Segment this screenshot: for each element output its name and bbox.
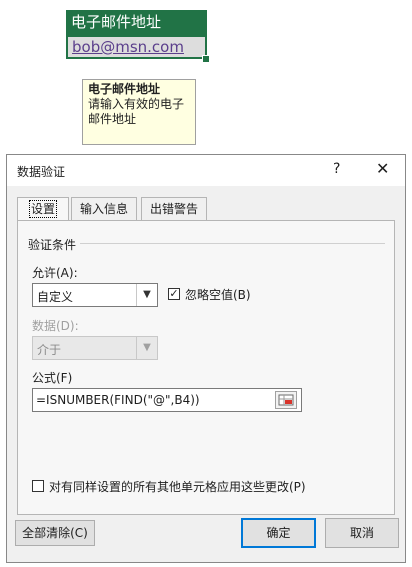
tooltip-title: 电子邮件地址 — [88, 82, 161, 96]
tooltip-message-line1: 请输入有效的电子 — [88, 97, 185, 111]
allow-select[interactable]: 自定义 ▼ — [32, 283, 158, 307]
ignore-blank-label[interactable]: 忽略空值(B) — [185, 286, 251, 303]
tab-input-message-label: 输入信息 — [80, 202, 129, 216]
section-title: 验证条件 — [28, 238, 77, 252]
email-cell[interactable]: bob@msn.com — [66, 35, 207, 59]
fill-handle[interactable] — [202, 55, 210, 63]
ignore-blank-checkbox[interactable]: ✓ — [168, 288, 180, 300]
clear-all-button[interactable]: 全部清除(C) — [15, 520, 95, 546]
tooltip-message-line2: 邮件地址 — [88, 112, 137, 126]
close-icon[interactable]: ✕ — [376, 159, 389, 178]
tab-settings-label: 设置 — [28, 200, 58, 218]
formula-input[interactable]: =ISNUMBER(FIND("@",B4)) — [32, 388, 302, 412]
range-select-button[interactable] — [275, 391, 297, 409]
settings-panel: 验证条件 允许(A): 自定义 ▼ ✓ 忽略空值(B) 数据(D): 介于 ▼ … — [17, 220, 395, 515]
tab-settings[interactable]: 设置 — [17, 197, 69, 220]
help-button[interactable]: ? — [333, 161, 340, 177]
tab-error-alert-label: 出错警告 — [150, 202, 199, 216]
check-icon: ✓ — [169, 287, 179, 300]
chevron-down-icon: ▼ — [136, 337, 157, 359]
formula-value: =ISNUMBER(FIND("@",B4)) — [36, 393, 200, 407]
data-label: 数据(D): — [32, 319, 79, 333]
ok-button[interactable]: 确定 — [241, 518, 316, 548]
input-message-tooltip: 电子邮件地址 请输入有效的电子 邮件地址 — [82, 79, 196, 145]
allow-label: 允许(A): — [32, 266, 78, 280]
formula-label: 公式(F) — [32, 371, 73, 385]
tab-error-alert[interactable]: 出错警告 — [141, 197, 208, 220]
range-select-icon — [278, 394, 294, 406]
dialog-title: 数据验证 — [17, 165, 66, 179]
data-validation-dialog: 数据验证 ? ✕ 设置 输入信息 出错警告 验证条件 允许(A): 自定义 ▼ … — [6, 154, 406, 563]
data-select: 介于 ▼ — [32, 336, 158, 360]
dialog-titlebar: 数据验证 ? ✕ — [7, 155, 405, 186]
column-header-cell[interactable]: 电子邮件地址 — [66, 10, 207, 35]
apply-all-label[interactable]: 对有同样设置的所有其他单元格应用这些更改(P) — [49, 478, 306, 495]
section-divider — [80, 243, 385, 244]
chevron-down-icon[interactable]: ▼ — [136, 284, 157, 306]
cancel-button[interactable]: 取消 — [325, 518, 399, 548]
data-select-value: 介于 — [37, 343, 62, 357]
allow-select-value: 自定义 — [37, 290, 74, 304]
apply-all-checkbox[interactable] — [32, 480, 44, 492]
tab-input-message[interactable]: 输入信息 — [71, 197, 138, 220]
